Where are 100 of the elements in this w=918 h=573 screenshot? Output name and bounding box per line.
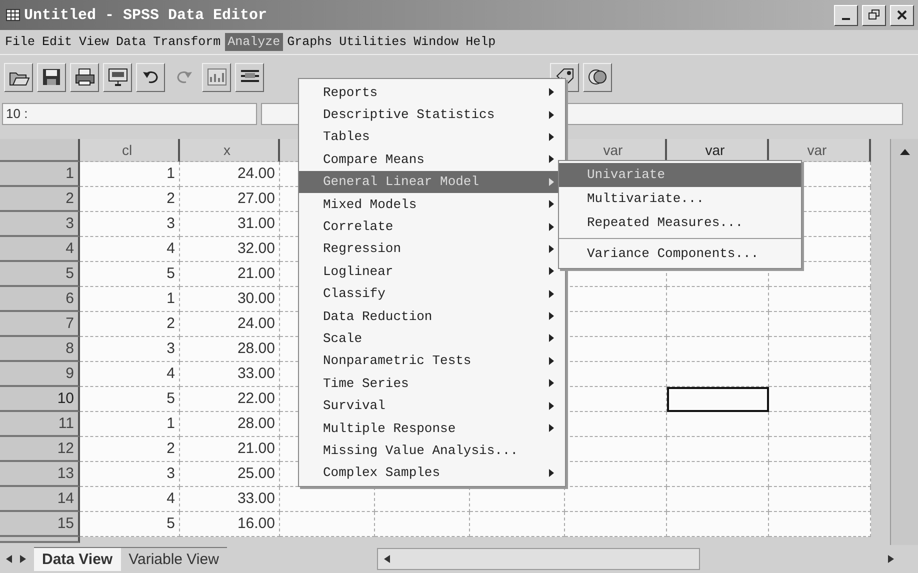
menu-item[interactable]: Edit	[39, 33, 76, 51]
table-cell[interactable]	[667, 312, 769, 337]
column-header[interactable]: var	[769, 139, 871, 162]
table-cell[interactable]	[280, 487, 375, 512]
row-number[interactable]: 8	[0, 337, 80, 362]
table-cell[interactable]: 4	[80, 237, 180, 262]
row-number[interactable]: 6	[0, 287, 80, 312]
table-cell[interactable]: 25.00	[180, 462, 280, 487]
menu-option[interactable]: Repeated Measures...	[559, 211, 801, 235]
menu-item[interactable]: Analyze	[224, 33, 284, 51]
table-cell[interactable]: 31.00	[180, 212, 280, 237]
table-cell[interactable]: 33.00	[180, 487, 280, 512]
menu-option[interactable]: Loglinear	[299, 260, 537, 283]
table-cell[interactable]	[565, 337, 667, 362]
column-header[interactable]: var	[667, 139, 769, 162]
menu-option[interactable]: Survival	[299, 394, 537, 417]
row-number[interactable]: 15	[0, 512, 80, 537]
column-header[interactable]: x	[180, 139, 280, 162]
menu-item[interactable]: Graphs	[284, 33, 336, 51]
table-cell[interactable]: 2	[80, 437, 180, 462]
table-cell[interactable]	[769, 362, 871, 387]
table-cell[interactable]	[769, 312, 871, 337]
table-cell[interactable]	[565, 412, 667, 437]
table-cell[interactable]: 4	[80, 487, 180, 512]
table-cell[interactable]: 1	[80, 412, 180, 437]
left-arrow-icon[interactable]	[384, 555, 390, 563]
row-number[interactable]: 3	[0, 212, 80, 237]
menu-option[interactable]: Descriptive Statistics	[299, 103, 537, 126]
table-cell[interactable]	[667, 487, 769, 512]
table-cell[interactable]	[667, 437, 769, 462]
table-cell[interactable]	[769, 337, 871, 362]
vertical-scrollbar[interactable]	[890, 139, 918, 545]
row-number[interactable]: 1	[0, 162, 80, 187]
row-number[interactable]: 13	[0, 462, 80, 487]
table-cell[interactable]: 33.00	[180, 362, 280, 387]
table-cell[interactable]	[769, 512, 871, 537]
row-number[interactable]: 9	[0, 362, 80, 387]
table-cell[interactable]: 16.00	[180, 512, 280, 537]
table-cell[interactable]: 2	[80, 312, 180, 337]
restore-button[interactable]	[862, 4, 886, 26]
menu-option[interactable]: Variance Components...	[559, 242, 801, 266]
menu-option[interactable]: Complex Samples	[299, 462, 537, 484]
row-number[interactable]: 5	[0, 262, 80, 287]
menu-option[interactable]: Time Series	[299, 372, 537, 394]
table-cell[interactable]	[769, 412, 871, 437]
table-cell[interactable]	[769, 487, 871, 512]
table-cell[interactable]: 21.00	[180, 437, 280, 462]
table-cell[interactable]: 21.00	[180, 262, 280, 287]
menu-option[interactable]: Regression	[299, 238, 537, 260]
row-number[interactable]: 7	[0, 312, 80, 337]
table-cell[interactable]	[769, 437, 871, 462]
table-cell[interactable]: 24.00	[180, 162, 280, 187]
row-number[interactable]: 4	[0, 237, 80, 262]
menu-option[interactable]: Tables	[299, 126, 537, 148]
table-cell[interactable]: 2	[80, 187, 180, 212]
table-cell[interactable]	[667, 387, 769, 412]
table-cell[interactable]	[769, 287, 871, 312]
table-cell[interactable]: 1	[80, 162, 180, 187]
up-arrow-icon[interactable]	[900, 149, 910, 155]
table-cell[interactable]	[470, 487, 565, 512]
menu-option[interactable]: Multivariate...	[559, 187, 801, 211]
close-button[interactable]	[890, 4, 914, 26]
table-cell[interactable]	[769, 462, 871, 487]
table-cell[interactable]	[565, 362, 667, 387]
right-arrow-icon[interactable]	[20, 555, 26, 563]
menu-item[interactable]: File	[2, 33, 38, 51]
table-cell[interactable]	[375, 487, 470, 512]
menu-option[interactable]: Classify	[299, 282, 537, 305]
table-cell[interactable]	[280, 512, 375, 537]
table-cell[interactable]	[470, 512, 565, 537]
horizontal-scrollbar[interactable]	[376, 548, 700, 570]
minimize-button[interactable]	[834, 4, 858, 26]
table-cell[interactable]: 28.00	[180, 337, 280, 362]
table-cell[interactable]	[565, 287, 667, 312]
table-cell[interactable]	[667, 462, 769, 487]
sheet-tab[interactable]: Variable View	[120, 547, 227, 571]
right-arrow-icon[interactable]	[888, 555, 894, 563]
table-cell[interactable]: 3	[80, 462, 180, 487]
table-cell[interactable]	[565, 462, 667, 487]
menu-option[interactable]: Multiple Response	[299, 416, 537, 440]
menu-item[interactable]: Window	[410, 33, 462, 51]
row-number[interactable]: 11	[0, 412, 80, 437]
row-number[interactable]: 14	[0, 487, 80, 512]
table-cell[interactable]	[667, 412, 769, 437]
table-cell[interactable]: 3	[80, 337, 180, 362]
menu-option[interactable]: Nonparametric Tests	[299, 350, 537, 372]
table-cell[interactable]: 24.00	[180, 312, 280, 337]
table-cell[interactable]: 27.00	[180, 187, 280, 212]
table-cell[interactable]	[565, 512, 667, 537]
table-cell[interactable]	[667, 337, 769, 362]
table-cell[interactable]	[667, 512, 769, 537]
row-number[interactable]: 2	[0, 187, 80, 212]
table-cell[interactable]: 1	[80, 287, 180, 312]
menu-option[interactable]: General Linear Model	[299, 170, 537, 193]
menu-option[interactable]: Missing Value Analysis...	[299, 439, 537, 462]
table-cell[interactable]	[565, 437, 667, 462]
table-cell[interactable]	[667, 287, 769, 312]
table-cell[interactable]: 5	[80, 262, 180, 287]
table-cell[interactable]: 28.00	[180, 412, 280, 437]
menu-option[interactable]: Correlate	[299, 215, 537, 238]
